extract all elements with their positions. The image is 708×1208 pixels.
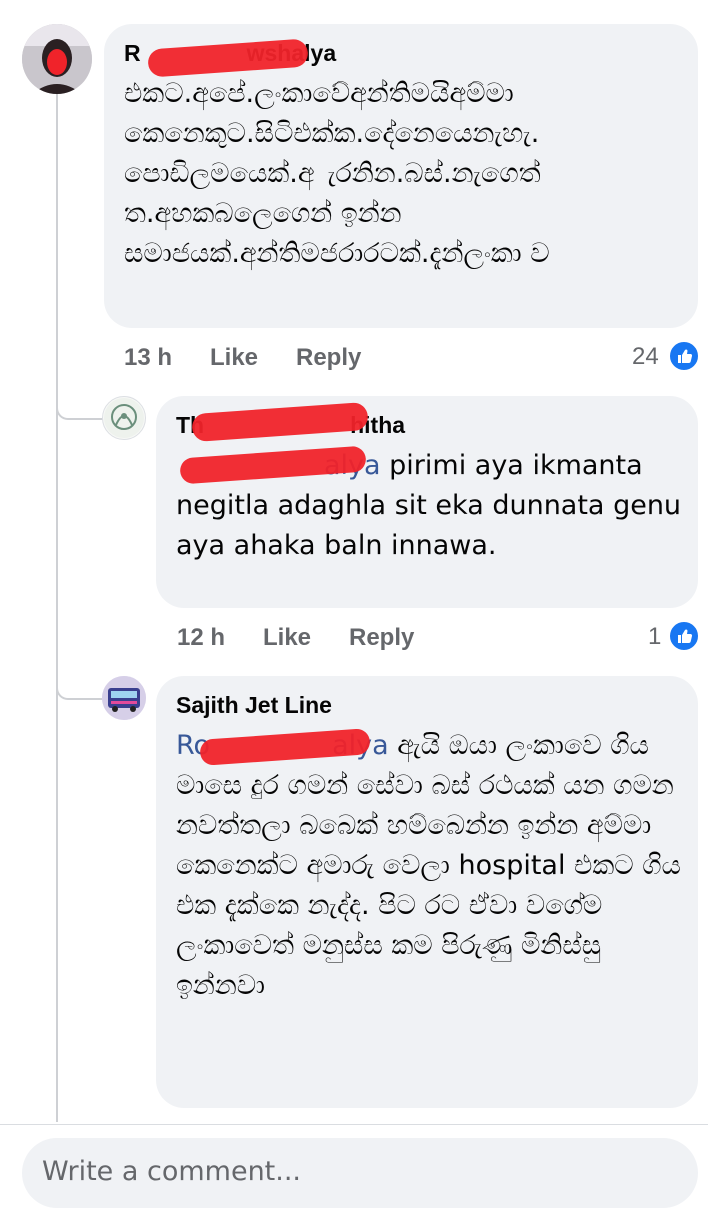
avatar[interactable] xyxy=(102,676,146,720)
like-button[interactable]: Like xyxy=(210,344,258,372)
reply-button[interactable]: Reply xyxy=(296,344,361,372)
comment-time[interactable]: 12 h xyxy=(177,624,225,652)
divider xyxy=(0,1124,708,1125)
avatar[interactable] xyxy=(22,24,92,94)
comment-bubble: Thhitha alya pirimi aya ikmanta negitla … xyxy=(156,396,698,608)
reaction-count[interactable]: 24 xyxy=(632,343,659,371)
reply-button[interactable]: Reply xyxy=(349,624,414,652)
comment-input[interactable]: Write a comment... xyxy=(42,1156,301,1187)
comment-text: එකට.අපේ.ලංකාවේඅන්තිමයිඅම්මා කෙනෙකුට.සිටි… xyxy=(124,78,550,269)
avatar[interactable] xyxy=(102,396,146,440)
profile-photo-icon xyxy=(102,676,146,720)
profile-photo-icon xyxy=(104,398,144,438)
thread-line xyxy=(56,92,58,1122)
comment-bubble: Sajith Jet Line Roalya ඇයි ඔයා ලංකාවෙ ගි… xyxy=(156,676,698,1108)
comment-text: Roalya ඇයි ඔයා ලංකාවෙ ගිය මාසෙ දුර ගමන් … xyxy=(176,730,681,1001)
comment-composer[interactable]: Write a comment... xyxy=(22,1138,698,1208)
like-button[interactable]: Like xyxy=(263,624,311,652)
comment-author[interactable]: Sajith Jet Line xyxy=(176,692,332,719)
thread-connector xyxy=(56,394,106,420)
comment-time[interactable]: 13 h xyxy=(124,344,172,372)
comment-bubble: Rwshalya එකට.අපේ.ලංකාවේඅන්තිමයිඅම්මා කෙන… xyxy=(104,24,698,328)
profile-photo-icon xyxy=(22,24,92,94)
like-thumb-icon xyxy=(668,620,700,652)
reaction-count[interactable]: 1 xyxy=(648,623,661,651)
like-thumb-icon xyxy=(668,340,700,372)
thread-connector xyxy=(56,674,106,700)
